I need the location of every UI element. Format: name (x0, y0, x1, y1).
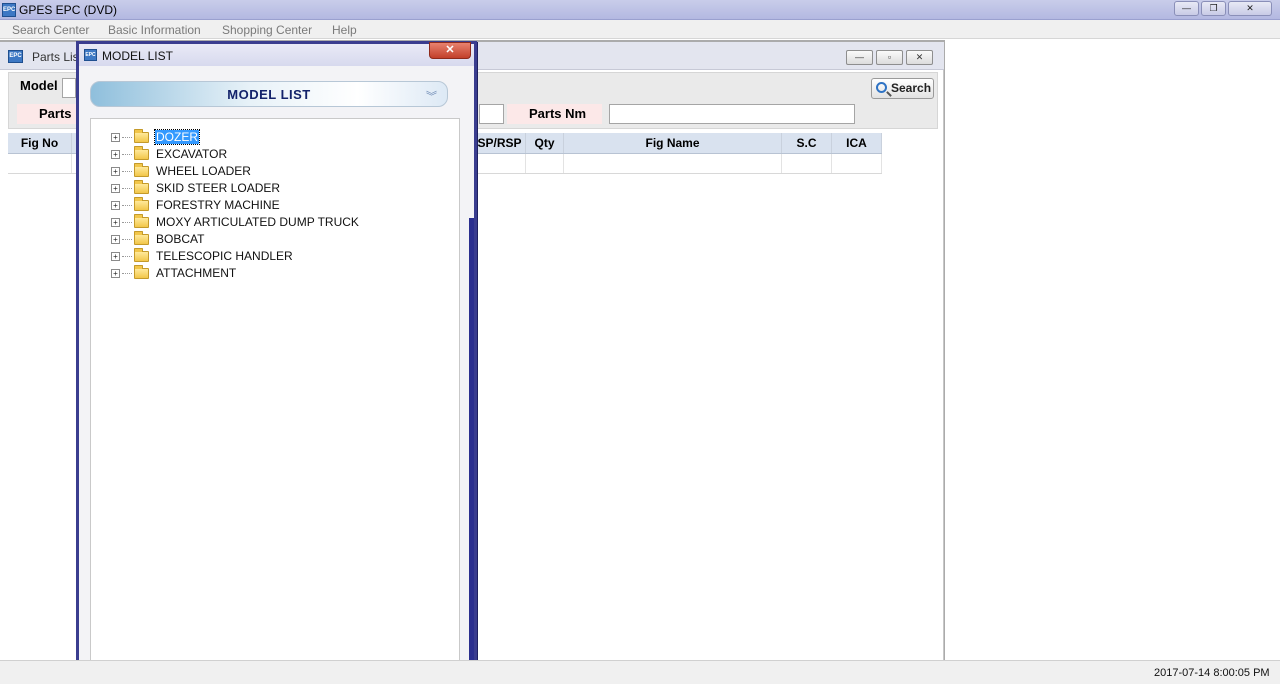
parts-list-close-button[interactable]: ✕ (906, 50, 933, 65)
col-ica[interactable]: ICA (832, 133, 882, 153)
model-tree: + DOZER + EXCAVATOR + WHEEL LOADER + SKI… (90, 118, 460, 664)
expand-icon[interactable]: + (111, 251, 120, 261)
tree-item-attachment[interactable]: + ATTACHMENT (111, 264, 237, 281)
tree-item-dozer[interactable]: + DOZER (111, 128, 200, 145)
expand-icon[interactable]: + (111, 166, 120, 176)
status-bar: 2017-07-14 8:00:05 PM (0, 660, 1280, 684)
cell-qty (526, 154, 564, 173)
tree-item-label: SKID STEER LOADER (156, 181, 281, 195)
tree-item-forestry-machine[interactable]: + FORESTRY MACHINE (111, 196, 281, 213)
folder-icon (134, 264, 149, 279)
model-label: Model (20, 78, 58, 93)
parts-label: Parts (39, 106, 72, 121)
cell-sp-rsp (474, 154, 526, 173)
tree-item-label: BOBCAT (156, 232, 205, 246)
workspace-blank-area (945, 40, 1280, 660)
col-fig-name[interactable]: Fig Name (564, 133, 782, 153)
expand-icon[interactable]: + (111, 132, 120, 142)
tree-item-skid-steer-loader[interactable]: + SKID STEER LOADER (111, 179, 281, 196)
cell-fig-no (8, 154, 72, 173)
tree-item-label: WHEEL LOADER (156, 164, 251, 178)
folder-icon (134, 128, 149, 143)
folder-icon (134, 196, 149, 211)
tree-item-label: EXCAVATOR (156, 147, 228, 161)
status-datetime: 2017-07-14 8:00:05 PM (1154, 667, 1270, 679)
menu-shopping-center[interactable]: Shopping Center (222, 23, 312, 37)
folder-icon (134, 179, 149, 194)
parts-nm-label: Parts Nm (529, 106, 587, 121)
col-sp-rsp[interactable]: SP/RSP (474, 133, 526, 153)
tree-item-label: MOXY ARTICULATED DUMP TRUCK (156, 215, 359, 229)
tree-item-label: TELESCOPIC HANDLER (156, 249, 293, 263)
app-title: GPES EPC (DVD) (19, 3, 118, 17)
model-list-dialog: EPC MODEL LIST ✕ MODEL LIST ︾ + DOZER + … (76, 41, 477, 680)
tree-item-bobcat[interactable]: + BOBCAT (111, 230, 205, 247)
parts-list-minimize-button[interactable]: — (846, 50, 873, 65)
close-button[interactable]: ✕ (1228, 1, 1272, 16)
search-icon (876, 82, 887, 93)
tree-item-moxy-articulated-dump-truck[interactable]: + MOXY ARTICULATED DUMP TRUCK (111, 213, 360, 230)
tree-item-telescopic-handler[interactable]: + TELESCOPIC HANDLER (111, 247, 294, 264)
dialog-border-accent (469, 218, 474, 668)
cell-sc (782, 154, 832, 173)
folder-icon (134, 247, 149, 262)
chevron-down-icon: ︾ (426, 91, 437, 103)
folder-icon (134, 145, 149, 160)
model-list-close-button[interactable]: ✕ (429, 42, 471, 59)
expand-icon[interactable]: + (111, 200, 120, 210)
model-input[interactable] (62, 78, 76, 98)
search-button-label: Search (891, 81, 932, 95)
col-fig-no[interactable]: Fig No (8, 133, 72, 153)
expand-icon[interactable]: + (111, 149, 120, 159)
expand-icon[interactable]: + (111, 234, 120, 244)
col-sc[interactable]: S.C (782, 133, 832, 153)
cell-fig-name (564, 154, 782, 173)
app-logo-icon: EPC (2, 3, 16, 17)
expand-icon[interactable]: + (111, 183, 120, 193)
tree-item-excavator[interactable]: + EXCAVATOR (111, 145, 228, 162)
parts-list-window-controls: — ▫ ✕ (846, 50, 933, 65)
tree-item-label: FORESTRY MACHINE (156, 198, 280, 212)
model-list-header-text: MODEL LIST (227, 87, 311, 102)
parts-list-maximize-button[interactable]: ▫ (876, 50, 903, 65)
folder-icon (134, 162, 149, 177)
menu-bar: Search Center Basic Information Shopping… (0, 20, 1280, 39)
folder-icon (134, 213, 149, 228)
parts-input[interactable] (479, 104, 504, 124)
window-controls: — ❐ ✕ (1174, 1, 1272, 16)
expand-icon[interactable]: + (111, 217, 120, 227)
model-list-logo-icon: EPC (84, 49, 97, 61)
tree-item-wheel-loader[interactable]: + WHEEL LOADER (111, 162, 252, 179)
tree-item-label: ATTACHMENT (156, 266, 237, 280)
app-titlebar: EPC GPES EPC (DVD) — ❐ ✕ (0, 0, 1280, 20)
cell-ica (832, 154, 882, 173)
menu-help[interactable]: Help (332, 23, 357, 37)
expand-icon[interactable]: + (111, 268, 120, 278)
col-qty[interactable]: Qty (526, 133, 564, 153)
folder-icon (134, 230, 149, 245)
parts-nm-input[interactable] (609, 104, 855, 124)
model-list-header[interactable]: MODEL LIST ︾ (90, 81, 448, 107)
menu-basic-information[interactable]: Basic Information (108, 23, 201, 37)
parts-list-logo-icon: EPC (8, 50, 23, 63)
minimize-button[interactable]: — (1174, 1, 1199, 16)
search-button[interactable]: Search (871, 78, 934, 99)
restore-button[interactable]: ❐ (1201, 1, 1226, 16)
menu-search-center[interactable]: Search Center (12, 23, 89, 37)
parts-list-title: Parts List (32, 50, 83, 64)
model-list-title: MODEL LIST (102, 49, 173, 63)
tree-item-label: DOZER (154, 129, 200, 145)
model-list-titlebar[interactable]: EPC MODEL LIST ✕ (79, 42, 474, 66)
